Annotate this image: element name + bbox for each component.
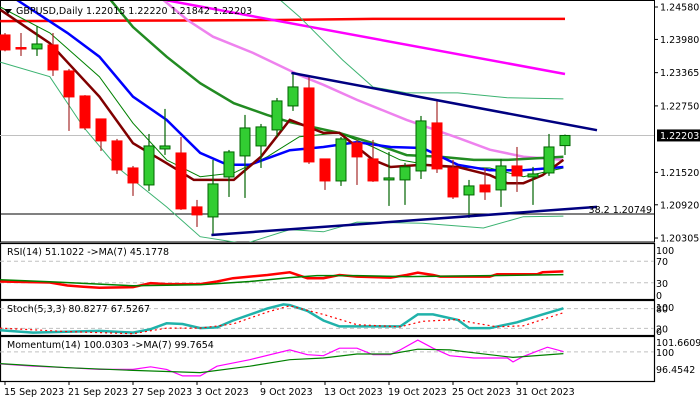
date-axis-label: 25 Oct 2023 xyxy=(452,387,511,398)
candle[interactable] xyxy=(415,115,427,179)
rsi-axis-label: 100 xyxy=(656,246,674,257)
date-axis-label: 15 Sep 2023 xyxy=(4,387,64,398)
candle-body xyxy=(159,145,171,150)
candle[interactable] xyxy=(0,32,11,52)
date-axis-label: 27 Sep 2023 xyxy=(132,387,192,398)
candle-body xyxy=(511,165,523,177)
date-axis-label: 13 Oct 2023 xyxy=(324,387,383,398)
candle-body xyxy=(543,146,555,174)
candle-body xyxy=(47,44,59,71)
fib-level-label: 38.2 1.20749 xyxy=(589,205,652,216)
candle[interactable] xyxy=(79,95,91,130)
candle[interactable] xyxy=(303,76,315,164)
stochastic-axis-label: 0 xyxy=(656,327,662,338)
candle-body xyxy=(207,183,219,218)
date-axis-label: 3 Oct 2023 xyxy=(196,387,249,398)
candle-body xyxy=(191,206,203,216)
stochastic-axis-label: 80 xyxy=(656,305,668,316)
price-axis-label: 1.21520 xyxy=(660,168,699,179)
candle-body xyxy=(303,87,315,163)
rsi-axis-label: 70 xyxy=(656,257,668,268)
candle-body xyxy=(31,43,43,50)
candle-body xyxy=(479,184,491,193)
rsi-axis-label: 30 xyxy=(656,279,668,290)
date-axis-label: 21 Sep 2023 xyxy=(68,387,128,398)
candle-body xyxy=(351,142,363,158)
rsi-label: RSI(14) 51.1022 ->MA(7) 45.1778 xyxy=(7,247,169,258)
candle-body xyxy=(287,86,299,107)
candle-body xyxy=(383,177,395,181)
candle-body xyxy=(15,47,27,50)
candle-body xyxy=(143,145,155,186)
stochastic-label: Stoch(5,3,3) 80.8277 67.5267 xyxy=(7,304,150,315)
price-axis-label: 1.20920 xyxy=(660,200,699,211)
price-axis-label: 1.22750 xyxy=(660,101,699,112)
price-axis-label: 1.23980 xyxy=(660,35,699,46)
candle-body xyxy=(415,120,427,172)
candle-body xyxy=(463,185,475,196)
rsi-axis-label: 0 xyxy=(656,291,662,302)
candle-body xyxy=(111,140,123,171)
candle-body xyxy=(255,126,267,147)
date-axis-label: 9 Oct 2023 xyxy=(260,387,313,398)
momentum-axis-label: 96.4542 xyxy=(656,365,695,376)
candle-body xyxy=(271,100,283,131)
candle-body xyxy=(399,166,411,181)
candle-body xyxy=(447,167,459,198)
date-axis-label: 19 Oct 2023 xyxy=(388,387,447,398)
momentum-label: Momentum(14) 100.0303 ->MA(7) 99.7654 xyxy=(7,340,214,351)
price-axis-label: 1.24580 xyxy=(660,3,699,14)
price-axis-label: 1.23365 xyxy=(660,68,699,79)
chart-symbol: GBPUSD,Daily xyxy=(16,6,83,17)
candle-body xyxy=(335,138,347,182)
candle-body xyxy=(431,122,443,170)
candle-body xyxy=(319,158,331,182)
candle-body xyxy=(239,127,251,157)
chart-ohlc-values: 1.22015 1.22220 1.21842 1.22203 xyxy=(86,6,252,17)
candle-body xyxy=(559,134,571,147)
candle-body xyxy=(63,70,75,98)
current-price-label: 1.22203 xyxy=(660,131,699,142)
candle-body xyxy=(127,167,139,184)
candle-body xyxy=(223,151,235,178)
candle-body xyxy=(175,152,187,210)
candle-body xyxy=(79,95,91,129)
candle-body xyxy=(495,165,507,191)
candle-body xyxy=(367,158,379,182)
candle-body xyxy=(527,173,539,178)
gbpusd-daily-chart[interactable]: GBPUSD,Daily 1.22015 1.22220 1.21842 1.22… xyxy=(0,0,700,400)
momentum-axis-label: 100 xyxy=(656,348,674,359)
candle-body xyxy=(95,118,107,142)
candle-body xyxy=(0,34,11,51)
candle[interactable] xyxy=(111,138,123,174)
date-axis-label: 31 Oct 2023 xyxy=(516,387,575,398)
price-axis-label: 1.20305 xyxy=(660,234,699,245)
candle[interactable] xyxy=(335,136,347,186)
